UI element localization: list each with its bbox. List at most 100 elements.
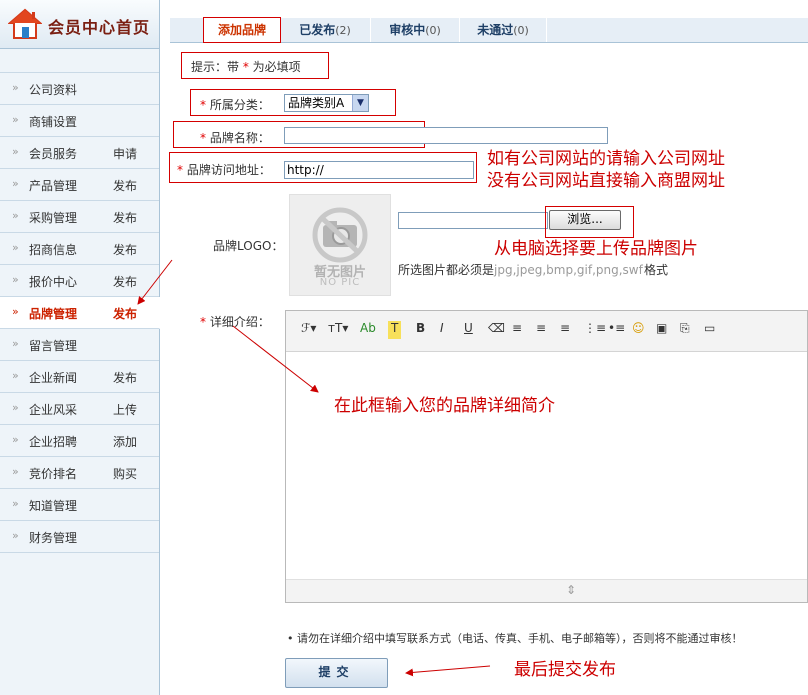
sidebar-title[interactable]: 会员中心首页 [48, 14, 150, 38]
submit-button[interactable]: 提交 [285, 658, 388, 688]
tab-reviewing[interactable]: 审核中(0) [371, 18, 460, 42]
font-color-icon[interactable]: Ab [360, 321, 376, 339]
sidebar-item[interactable]: » 商铺设置 [0, 105, 159, 137]
sidebar-item-label[interactable]: 招商信息 [29, 241, 77, 258]
eraser-icon[interactable]: ⌫ [488, 321, 505, 339]
chevron-right-icon: » [12, 177, 19, 190]
sidebar-item[interactable]: » 竞价排名 购买 [0, 457, 159, 489]
resize-handle-icon[interactable]: ⇕ [566, 583, 576, 597]
hint-suffix: 为必填项 [252, 60, 301, 74]
sidebar-item-label[interactable]: 产品管理 [29, 177, 77, 194]
sidebar-item[interactable]: » 报价中心 发布 [0, 265, 159, 297]
sidebar-item-action[interactable]: 发布 [113, 241, 137, 258]
sidebar-item-label[interactable]: 财务管理 [29, 529, 77, 546]
tab-count: (0) [425, 24, 441, 37]
chevron-right-icon: » [12, 497, 19, 510]
sidebar-item-action[interactable]: 发布 [113, 209, 137, 226]
sidebar-item-label[interactable]: 公司资料 [29, 81, 77, 98]
editor-toolbar: ℱ▾ ᴛT▾ Ab T B I U ⌫ ≡ ≡ ≡ ⋮≡ •≡ ☺ ▣ ⎘ ▭ [286, 311, 807, 352]
chevron-right-icon: » [12, 433, 19, 446]
sidebar-item[interactable]: » 会员服务 申请 [0, 137, 159, 169]
insert-media-icon[interactable]: ▭ [704, 321, 715, 339]
browse-button[interactable]: 浏览... [549, 210, 621, 230]
align-center-icon[interactable]: ≡ [536, 321, 546, 339]
brand-url-label: * 品牌访问地址： [177, 161, 271, 178]
sidebar-item[interactable]: » 产品管理 发布 [0, 169, 159, 201]
category-select[interactable]: 品牌类别A ▼ [284, 94, 369, 112]
sidebar-item-action[interactable]: 发布 [113, 369, 137, 386]
sidebar-item[interactable]: » 企业风采 上传 [0, 393, 159, 425]
ordered-list-icon[interactable]: ⋮≡ [584, 321, 606, 339]
category-select-value: 品牌类别A [288, 96, 345, 110]
chevron-right-icon: » [12, 81, 19, 94]
arrow-to-submit [405, 665, 491, 677]
brand-url-input[interactable] [284, 161, 474, 179]
sidebar-item-action[interactable]: 发布 [113, 177, 137, 194]
sidebar-item[interactable]: » 品牌管理 发布 [0, 297, 160, 329]
sidebar-item[interactable]: » 留言管理 [0, 329, 159, 361]
file-suffix-text: 格式 [644, 263, 669, 277]
bold-icon[interactable]: B [416, 321, 425, 339]
sidebar-item-action[interactable]: 添加 [113, 433, 137, 450]
font-family-icon[interactable]: ℱ▾ [301, 321, 316, 339]
unordered-list-icon[interactable]: •≡ [608, 321, 625, 339]
sidebar-item-label[interactable]: 商铺设置 [29, 113, 77, 130]
sidebar-item-action[interactable]: 申请 [113, 145, 137, 162]
font-size-icon[interactable]: ᴛT▾ [328, 321, 348, 339]
sidebar-item-label[interactable]: 留言管理 [29, 337, 77, 354]
annotation-detail-note: 在此框输入您的品牌详细简介 [334, 396, 555, 416]
sidebar-item-action[interactable]: 购买 [113, 465, 137, 482]
sidebar-item-label[interactable]: 企业风采 [29, 401, 77, 418]
required-star: * [200, 131, 206, 145]
brand-name-input[interactable] [284, 127, 608, 144]
insert-image-icon[interactable]: ▣ [656, 321, 667, 339]
sidebar-menu: » 公司资料» 商铺设置» 会员服务 申请» 产品管理 发布» 采购管理 发布» 招商信息 发布» 报… [0, 72, 160, 553]
italic-icon[interactable]: I [440, 321, 444, 339]
sidebar-item-label[interactable]: 会员服务 [29, 145, 77, 162]
required-star: * [200, 98, 206, 112]
category-label-text: 所属分类： [209, 98, 270, 112]
sidebar-item-label[interactable]: 采购管理 [29, 209, 77, 226]
sidebar-item[interactable]: » 企业新闻 发布 [0, 361, 159, 393]
underline-icon[interactable]: U [464, 321, 473, 339]
sidebar-item[interactable]: » 采购管理 发布 [0, 201, 159, 233]
sidebar-item[interactable]: » 招商信息 发布 [0, 233, 159, 265]
chevron-down-icon[interactable]: ▼ [352, 95, 368, 111]
editor-resize-bar[interactable]: ⇕ [286, 579, 807, 602]
chevron-right-icon: » [12, 305, 19, 318]
sidebar-item-action[interactable]: 发布 [113, 273, 137, 290]
sidebar-item[interactable]: » 公司资料 [0, 72, 159, 105]
sidebar-item-label[interactable]: 企业招聘 [29, 433, 77, 450]
sidebar-item-label[interactable]: 企业新闻 [29, 369, 77, 386]
insert-flash-icon[interactable]: ⎘ [680, 321, 690, 339]
sidebar-item-action[interactable]: 上传 [113, 401, 137, 418]
align-left-icon[interactable]: ≡ [512, 321, 522, 339]
chevron-right-icon: » [12, 145, 19, 158]
brand-name-label: * 品牌名称： [200, 129, 270, 146]
sidebar-item[interactable]: » 知道管理 [0, 489, 159, 521]
sidebar-item[interactable]: » 财务管理 [0, 521, 159, 553]
annotation-box-tab [203, 17, 281, 43]
sidebar-item[interactable]: » 企业招聘 添加 [0, 425, 159, 457]
tab-label: 已发布 [299, 23, 336, 37]
align-right-icon[interactable]: ≡ [560, 321, 570, 339]
sidebar-item-label[interactable]: 竞价排名 [29, 465, 77, 482]
highlight-icon[interactable]: T [388, 321, 402, 339]
sidebar-item-label[interactable]: 知道管理 [29, 497, 77, 514]
tab-count: (0) [513, 24, 529, 37]
logo-file-path-input[interactable] [398, 212, 548, 229]
required-hint: 提示：带 * 为必填项 [191, 58, 301, 75]
tab-rejected[interactable]: 未通过(0) [460, 18, 547, 42]
sidebar-item-action[interactable]: 发布 [113, 305, 137, 322]
annotation-submit-note: 最后提交发布 [514, 660, 616, 680]
sidebar-header[interactable]: 会员中心首页 [0, 0, 159, 49]
sidebar-item-label[interactable]: 品牌管理 [29, 305, 77, 322]
emoticon-icon[interactable]: ☺ [632, 321, 645, 339]
sidebar-item-label[interactable]: 报价中心 [29, 273, 77, 290]
no-pic-subtext: NO PIC [319, 277, 361, 288]
annotation-logo-note: 从电脑选择要上传品牌图片 [494, 239, 698, 259]
editor-content-area[interactable] [286, 352, 807, 581]
chevron-right-icon: » [12, 337, 19, 350]
tab-published[interactable]: 已发布(2) [280, 18, 371, 42]
hint-prefix: 提示：带 [191, 60, 240, 74]
